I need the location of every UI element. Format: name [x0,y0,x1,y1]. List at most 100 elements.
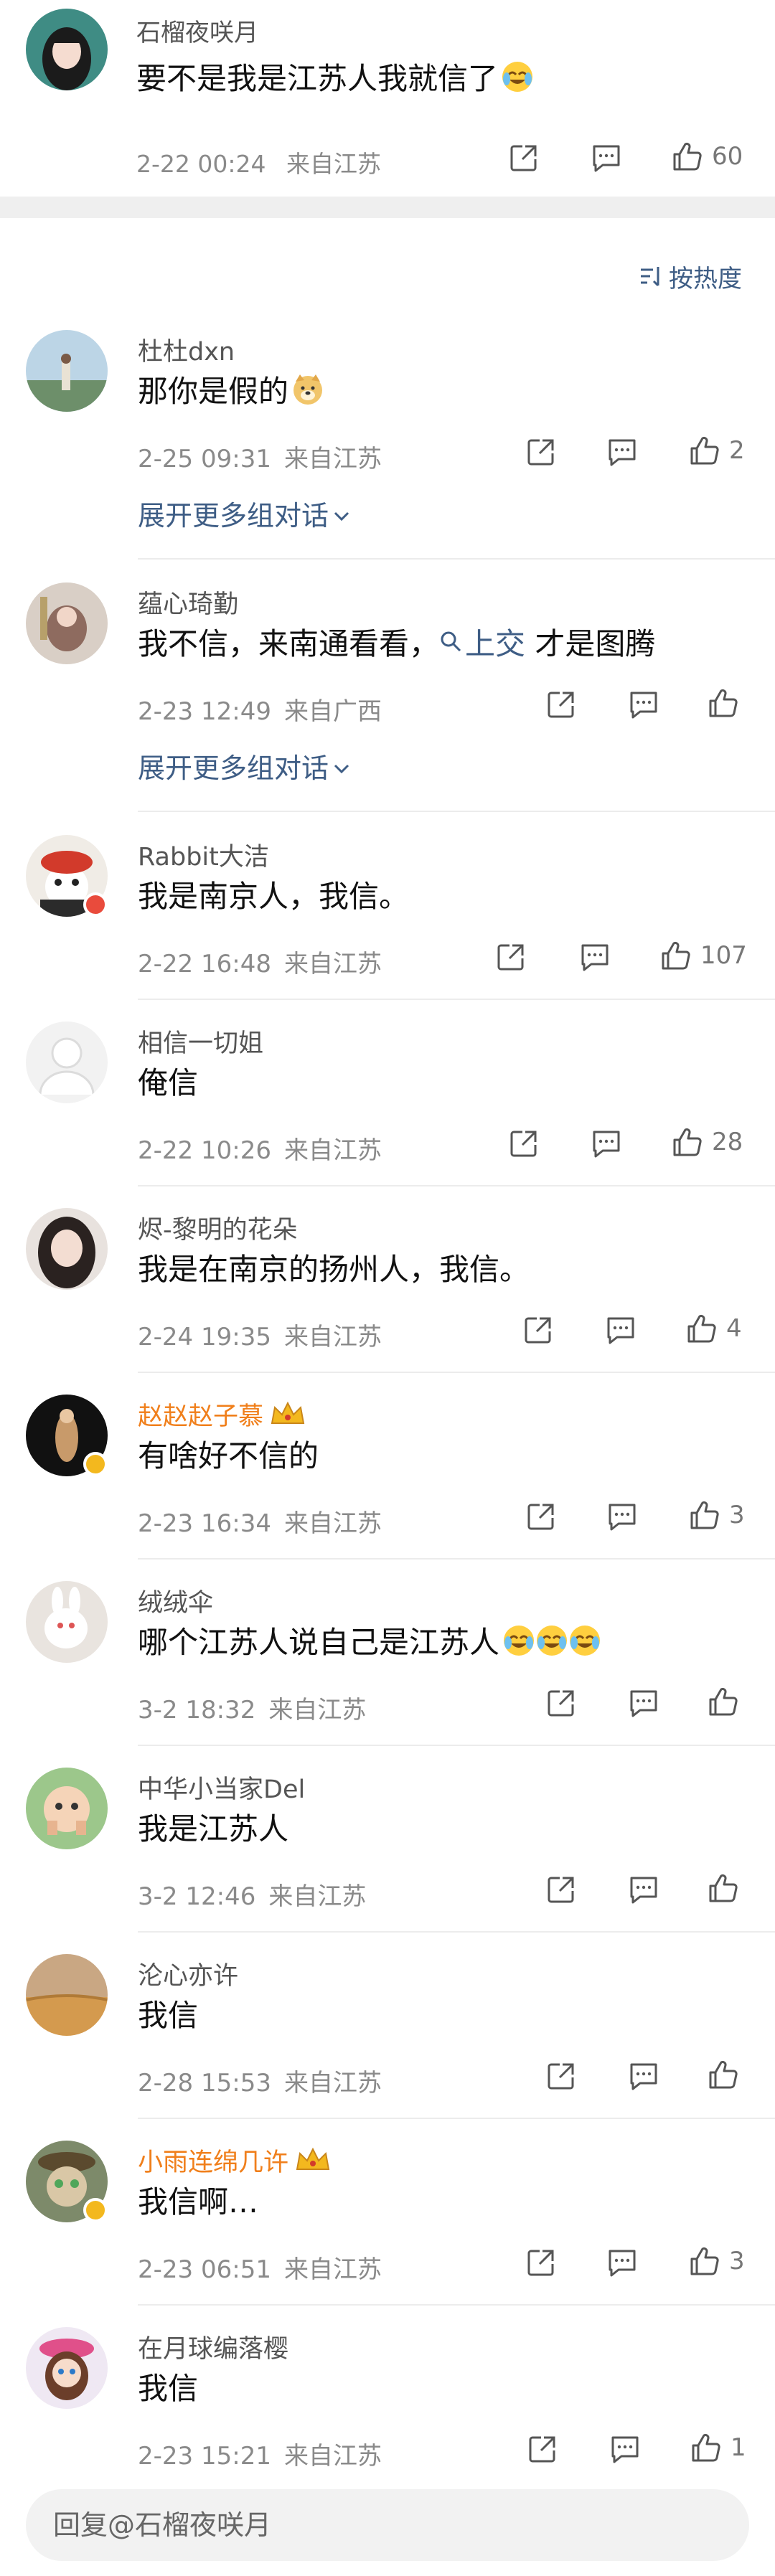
comment-separator [138,999,775,1000]
share-icon [548,692,574,718]
share-icon [527,1504,554,1530]
reply-button[interactable] [590,1128,623,1159]
reply-button[interactable] [627,2060,660,2092]
thumbs-up-icon [690,1501,719,1529]
reply-button[interactable] [606,436,639,468]
comment-text: 有啥好不信的 [138,1438,319,1473]
share-button[interactable] [495,941,527,973]
reply-button[interactable] [627,1687,660,1719]
avatar[interactable] [26,330,108,412]
comment-username[interactable]: 杜杜dxn [138,331,235,368]
sort-icon [641,267,659,287]
share-button[interactable] [545,1874,577,1905]
like-button[interactable]: 2 [689,435,745,466]
reply-button[interactable] [606,1501,639,1532]
comment-icon [593,145,620,172]
like-count: 2 [729,436,745,465]
like-button[interactable]: 60 [672,141,743,172]
reply-button[interactable] [604,1314,637,1346]
avatar[interactable] [26,1022,108,1103]
comment-username[interactable]: 沦心亦许 [138,1955,238,1992]
share-button[interactable] [527,2433,558,2465]
reply-button[interactable] [627,1874,660,1905]
like-button[interactable] [708,1872,748,1904]
reply-button[interactable] [590,142,623,174]
like-count: 28 [712,1128,743,1156]
share-button[interactable] [522,1314,554,1346]
share-button[interactable] [545,1687,577,1719]
expand-conversation-link[interactable]: 展开更多组对话 [138,746,350,785]
comment-item: 小雨连绵几许 我信啊… 2-23 06:51 来自江苏 3 [0,2141,775,2313]
comment-separator [138,558,775,560]
share-button[interactable] [545,2060,577,2092]
comment-meta: 2-23 16:34 来自江苏 [138,1509,382,1538]
like-button[interactable] [708,687,748,719]
share-button[interactable] [525,2247,557,2278]
comment-username[interactable]: 赵赵赵子慕 [138,1396,306,1433]
like-count: 1 [731,2433,746,2462]
share-button[interactable] [508,1128,540,1159]
share-button[interactable] [525,436,557,468]
comment-text: 哪个江苏人说自己是江苏人 [138,1618,601,1664]
comment-text: 俺信 [138,1065,199,1100]
thumbs-up-icon [709,689,738,717]
avatar[interactable] [26,1954,108,2036]
comment-username[interactable]: 在月球编落樱 [138,2329,288,2365]
reply-button[interactable] [627,689,660,720]
reply-button[interactable] [606,2247,639,2278]
crown-icon [269,1400,306,1429]
avatar[interactable] [26,1581,108,1663]
sort-by-hot-button[interactable]: 按热度 [639,258,742,294]
comment-username[interactable]: 烬-黎明的花朵 [138,1209,298,1246]
avatar[interactable] [26,2327,108,2409]
like-button[interactable]: 4 [686,1313,742,1344]
comment-username[interactable]: 相信一切姐 [138,1023,263,1060]
share-icon [525,1317,551,1344]
comment-meta: 2-22 00:24 来自江苏 [136,150,381,178]
comment-icon [630,1690,657,1717]
comment-thread-page: 石榴夜咲月 要不是我是江苏人我就信了 2-22 00:24 来自江苏 60 按热… [0,0,775,2576]
thumbs-up-icon [690,2247,719,2275]
comment-username[interactable]: 蕴心琦勤 [138,584,238,621]
like-button[interactable] [708,1686,748,1717]
avatar[interactable] [26,1768,108,1849]
comment-separator [138,811,775,812]
comment-username[interactable]: 石榴夜咲月 [136,13,258,48]
like-count: 3 [729,1501,745,1529]
like-button[interactable]: 1 [690,2432,746,2463]
original-comment: 石榴夜咲月 要不是我是江苏人我就信了 2-22 00:24 来自江苏 60 [0,0,775,195]
like-button[interactable]: 3 [689,2245,745,2277]
expand-conversation-link[interactable]: 展开更多组对话 [138,494,350,533]
share-button[interactable] [525,1501,557,1532]
comment-item: 相信一切姐 俺信 2-22 10:26 来自江苏 28 [0,1022,775,1194]
comment-meta: 2-28 15:53 来自江苏 [138,2069,382,2098]
topic-link[interactable]: 上交 [439,626,525,661]
avatar[interactable] [26,1208,108,1290]
comment-separator [138,1745,775,1746]
comment-username[interactable]: 绒绒伞 [138,1582,213,1619]
share-button[interactable] [508,142,540,174]
laugh-cry-icon [502,1624,535,1664]
comment-item: 沦心亦许 我信 2-28 15:53 来自江苏 [0,1954,775,2126]
reply-button[interactable] [578,941,611,973]
comment-item: 在月球编落樱 我信 2-23 15:21 来自江苏 1 [0,2327,775,2485]
comment-meta: 3-2 18:32 来自江苏 [138,1696,367,1725]
laugh-cry-icon [501,60,534,100]
laugh-cry-icon [535,1624,568,1664]
comment-meta: 2-23 15:21 来自江苏 [138,2442,382,2471]
reply-button[interactable] [609,2433,642,2465]
comment-username[interactable]: 小雨连绵几许 [138,2142,332,2179]
like-button[interactable]: 3 [689,1499,745,1531]
comment-separator [138,1372,775,1373]
comment-username[interactable]: Rabbit大洁 [138,836,269,873]
like-button[interactable]: 107 [660,940,747,971]
comment-text: 我信 [138,2371,199,2406]
verified-badge [83,892,108,917]
like-button[interactable]: 28 [672,1126,743,1158]
share-button[interactable] [545,689,577,720]
like-button[interactable] [708,2059,748,2090]
comment-username[interactable]: 中华小当家Del [138,1769,305,1806]
avatar[interactable] [26,9,108,90]
avatar[interactable] [26,582,108,664]
reply-input[interactable]: 回复@石榴夜咲月 [26,2489,749,2561]
